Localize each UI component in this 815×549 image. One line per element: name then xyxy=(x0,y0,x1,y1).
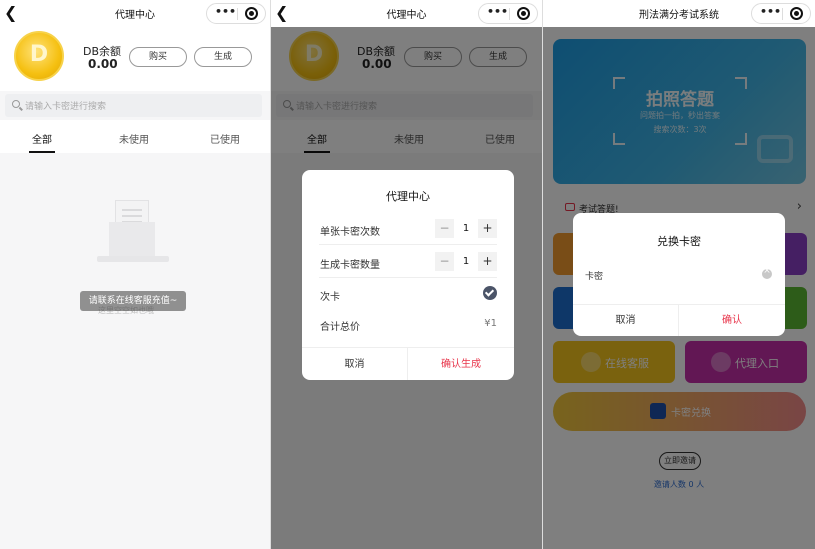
card-quantity-label: 生成卡密数量 xyxy=(320,260,380,271)
card-quantity-stepper: − 1 + xyxy=(435,252,497,271)
tab-active-indicator xyxy=(29,151,55,153)
times-per-card-value[interactable]: 1 xyxy=(456,219,476,238)
close-target-icon[interactable] xyxy=(517,7,530,20)
dialog-footer: 取消 确认生成 xyxy=(302,347,514,380)
buy-button[interactable]: 购买 xyxy=(129,47,187,67)
card-code-input[interactable] xyxy=(629,263,763,283)
capsule-divider xyxy=(237,8,238,20)
tab-unused[interactable]: 未使用 xyxy=(119,131,149,146)
toast-message: 请联系在线客服充值~ xyxy=(80,291,186,311)
balance-value: 0.00 xyxy=(88,57,118,71)
balance-header: D DB余额 0.00 购买 生成 xyxy=(0,27,270,91)
redeem-card-dialog: 兑换卡密 卡密 取消 确认 xyxy=(573,213,785,336)
tab-all[interactable]: 全部 xyxy=(32,131,52,146)
search-bar[interactable]: 请输入卡密进行搜索 xyxy=(5,94,262,117)
plus-button[interactable]: + xyxy=(478,252,497,271)
plus-button[interactable]: + xyxy=(478,219,497,238)
dialog-title: 兑换卡密 xyxy=(657,235,701,248)
nav-bar: ❮ 代理中心 ••• xyxy=(0,0,270,27)
close-target-icon[interactable] xyxy=(245,7,258,20)
minus-button[interactable]: − xyxy=(435,219,454,238)
card-code-label: 卡密 xyxy=(585,272,604,282)
count-card-row[interactable]: 次卡 xyxy=(319,278,497,310)
dialog-footer: 取消 确认 xyxy=(573,304,785,336)
more-icon[interactable]: ••• xyxy=(215,5,236,18)
cancel-button[interactable]: 取消 xyxy=(573,305,679,336)
mini-program-capsule: ••• xyxy=(478,3,538,24)
mini-program-capsule: ••• xyxy=(751,3,811,24)
cancel-button[interactable]: 取消 xyxy=(302,348,408,380)
check-icon[interactable] xyxy=(483,286,497,300)
total-price-row: 合计总价 ¥1 xyxy=(319,308,497,340)
empty-base xyxy=(97,256,169,262)
coin-icon: D xyxy=(14,31,64,81)
capsule-divider xyxy=(782,8,783,20)
paper-line xyxy=(122,209,142,211)
card-quantity-value[interactable]: 1 xyxy=(456,252,476,271)
total-price-label: 合计总价 xyxy=(320,322,360,333)
mini-program-capsule: ••• xyxy=(206,3,266,24)
exam-system-home-screen: 刑法满分考试系统 ••• 拍照答题 问题拍一拍，秒出答案 搜索次数：3次 考试答… xyxy=(542,0,815,549)
confirm-button[interactable]: 确认 xyxy=(679,305,785,336)
more-icon[interactable]: ••• xyxy=(760,5,781,18)
capsule-divider xyxy=(509,8,510,20)
agent-center-screen: ❮ 代理中心 ••• D DB余额 0.00 购买 生成 请输入卡密进行搜索 全… xyxy=(0,0,270,549)
times-per-card-row: 单张卡密次数 − 1 + xyxy=(319,213,497,245)
coin-letter: D xyxy=(29,42,49,67)
times-per-card-label: 单张卡密次数 xyxy=(320,227,380,238)
tab-used[interactable]: 已使用 xyxy=(210,131,240,146)
generate-card-dialog: 代理中心 单张卡密次数 − 1 + 生成卡密数量 − 1 + 次卡 合计总价 ¥… xyxy=(302,170,514,380)
tab-bar: 全部 未使用 已使用 xyxy=(0,120,270,153)
confirm-generate-button[interactable]: 确认生成 xyxy=(408,348,514,380)
total-price-value: ¥1 xyxy=(484,318,497,329)
count-card-label: 次卡 xyxy=(320,292,340,303)
search-input[interactable]: 请输入卡密进行搜索 xyxy=(25,99,106,112)
times-per-card-stepper: − 1 + xyxy=(435,219,497,238)
close-target-icon[interactable] xyxy=(790,7,803,20)
search-icon xyxy=(12,100,20,108)
empty-state-illustration xyxy=(85,190,181,282)
generate-button[interactable]: 生成 xyxy=(194,47,252,67)
agent-center-generate-screen: ❮ 代理中心 ••• D DB余额 0.00 购买 生成 请输入卡密进行搜索 全… xyxy=(270,0,542,549)
nav-bar: 刑法满分考试系统 ••• xyxy=(543,0,815,27)
paper-line xyxy=(122,215,142,217)
card-quantity-row: 生成卡密数量 − 1 + xyxy=(319,246,497,278)
more-icon[interactable]: ••• xyxy=(487,5,508,18)
minus-button[interactable]: − xyxy=(435,252,454,271)
clear-icon[interactable] xyxy=(762,266,772,279)
nav-bar: ❮ 代理中心 ••• xyxy=(271,0,542,27)
dialog-title: 代理中心 xyxy=(386,190,430,203)
